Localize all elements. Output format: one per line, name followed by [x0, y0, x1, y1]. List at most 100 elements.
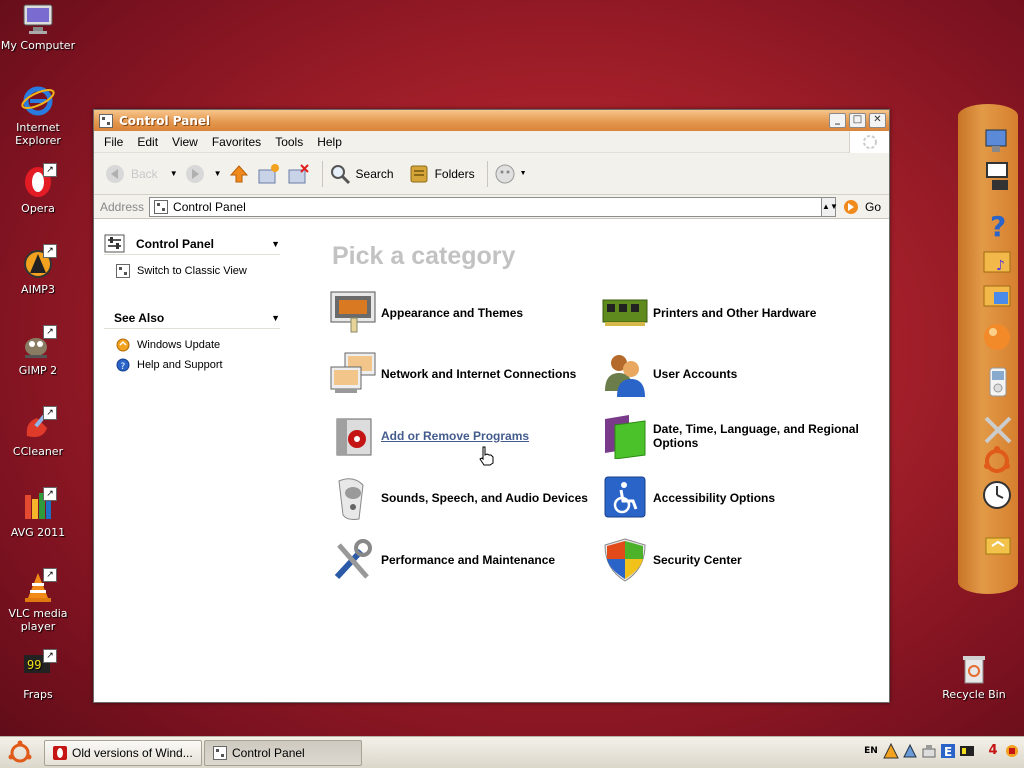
go-button[interactable]: Go: [842, 198, 881, 216]
menu-tools[interactable]: Tools: [275, 135, 303, 149]
collapse-arrow-icon[interactable]: ▼: [271, 313, 280, 323]
up-folder-button[interactable]: [228, 163, 250, 185]
recycle-bin-icon: [957, 651, 991, 685]
fraps-tray-icon[interactable]: [959, 743, 975, 759]
desktop-icon-gimp[interactable]: ↗ GIMP 2: [0, 325, 76, 377]
category-label: Accessibility Options: [653, 491, 776, 505]
desktop-icon-label: AIMP3: [21, 283, 55, 296]
forward-dropdown-icon[interactable]: ▼: [214, 169, 222, 178]
tools-icon: [334, 539, 372, 580]
recycle-box-icon[interactable]: [982, 528, 1016, 562]
safely-remove-tray-icon[interactable]: [921, 743, 937, 759]
minimize-button[interactable]: _: [829, 113, 846, 128]
page-heading: Pick a category: [332, 242, 516, 270]
control-panel-icon: [213, 745, 227, 760]
task-pane-control-panel-header[interactable]: Control Panel ▼: [104, 233, 280, 255]
desktop-icon-label: Internet Explorer: [15, 121, 61, 147]
desktop-icon-label: GIMP 2: [18, 364, 58, 377]
music-folder-icon[interactable]: ♪: [982, 244, 1016, 278]
e-tray-icon[interactable]: E: [940, 743, 956, 759]
collapse-arrow-icon[interactable]: ▼: [271, 239, 280, 249]
search-button[interactable]: Search: [329, 163, 394, 185]
address-value: Control Panel: [173, 199, 246, 214]
music-player-icon[interactable]: [982, 366, 1016, 400]
maximize-button[interactable]: □: [849, 113, 866, 128]
category-performance-maintenance[interactable]: Performance and Maintenance: [329, 537, 591, 583]
desktop-icon-avg[interactable]: ↗ AVG 2011: [0, 487, 76, 539]
desktop-icon-opera[interactable]: ↗ Opera: [0, 163, 76, 215]
help-support-link[interactable]: ? Help and Support: [104, 355, 280, 375]
desktop-icon-label: CCleaner: [12, 445, 64, 458]
address-dropdown-icon[interactable]: ▲▼: [821, 197, 838, 216]
window-titlebar[interactable]: Control Panel _ □ ✕: [94, 110, 889, 131]
category-appearance-themes[interactable]: Appearance and Themes: [329, 290, 591, 336]
category-add-remove-programs[interactable]: Add or Remove Programs: [329, 413, 591, 459]
views-button[interactable]: ▼: [494, 163, 527, 185]
add-remove-programs-icon: [336, 418, 372, 456]
ubuntu-logo-icon[interactable]: [982, 444, 1016, 478]
category-printers-hardware[interactable]: Printers and Other Hardware: [601, 290, 863, 336]
task-pane: Control Panel ▼ Switch to Classic View S…: [104, 233, 280, 375]
folders-button[interactable]: Folders: [408, 163, 475, 185]
computer-icon: [21, 2, 55, 36]
antivirus-tray-icon[interactable]: [1004, 743, 1020, 759]
task-button-control-panel[interactable]: Control Panel: [204, 739, 362, 766]
address-input[interactable]: Control Panel ▲▼: [149, 196, 838, 217]
clock-icon[interactable]: [982, 478, 1016, 512]
pictures-folder-icon[interactable]: [982, 278, 1016, 312]
language-indicator[interactable]: EN: [862, 743, 880, 759]
fraps-icon: 99 ↗: [21, 649, 57, 685]
browser-globe-icon[interactable]: [982, 320, 1016, 354]
category-security-center[interactable]: Security Center: [601, 537, 863, 583]
svg-text:?: ?: [121, 362, 126, 372]
desktop-icon-fraps[interactable]: 99 ↗ Fraps: [0, 649, 76, 701]
category-user-accounts[interactable]: User Accounts: [601, 351, 863, 397]
move-to-button[interactable]: [256, 163, 280, 185]
network-places-icon[interactable]: [982, 160, 1016, 194]
back-dropdown-icon[interactable]: ▼: [170, 169, 178, 178]
network-tray-icon[interactable]: [902, 743, 918, 759]
avg-tray-icon[interactable]: [883, 743, 899, 759]
category-accessibility[interactable]: Accessibility Options: [601, 475, 863, 521]
desktop-icon-internet-explorer[interactable]: Internet Explorer: [0, 84, 76, 147]
task-pane-see-also-header[interactable]: See Also ▼: [104, 307, 280, 329]
desktop-icon-aimp3[interactable]: ↗ AIMP3: [0, 244, 76, 296]
windows-update-link[interactable]: Windows Update: [104, 335, 280, 355]
menu-edit[interactable]: Edit: [137, 135, 158, 149]
desktop-icon-label: Fraps: [23, 688, 53, 701]
category-date-time-language[interactable]: Date, Time, Language, and Regional Optio…: [601, 413, 863, 459]
desktop-icon-label: VLC media player: [8, 607, 68, 633]
control-panel-small-icon: [116, 264, 130, 278]
gimp-icon: ↗: [21, 325, 57, 361]
desktop-icon-vlc[interactable]: ↗ VLC media player: [0, 568, 76, 633]
desktop-icon-my-computer[interactable]: My Computer: [0, 2, 76, 52]
desktop-icon-recycle-bin[interactable]: Recycle Bin: [936, 651, 1012, 701]
network-icon: [330, 352, 376, 393]
menu-bar: File Edit View Favorites Tools Help: [94, 131, 889, 153]
back-button[interactable]: Back ▼: [104, 163, 178, 185]
help-question-icon[interactable]: ?: [982, 208, 1016, 242]
category-label: Add or Remove Programs: [381, 429, 530, 443]
taskbar: Old versions of Wind... Control Panel EN…: [0, 736, 1024, 768]
close-button[interactable]: ✕: [869, 113, 886, 128]
forward-button[interactable]: ▼: [184, 163, 222, 185]
search-icon: [330, 164, 350, 184]
views-icon: [495, 164, 515, 183]
task-button-opera[interactable]: Old versions of Wind...: [44, 739, 202, 766]
swords-icon[interactable]: [982, 414, 1016, 448]
menu-favorites[interactable]: Favorites: [212, 135, 261, 149]
category-label: Date, Time, Language, and Regional Optio…: [653, 422, 859, 450]
computer-icon[interactable]: [982, 126, 1016, 160]
category-network-internet[interactable]: Network and Internet Connections: [329, 351, 591, 397]
menu-help[interactable]: Help: [317, 135, 342, 149]
category-sounds-speech-audio[interactable]: Sounds, Speech, and Audio Devices: [329, 475, 591, 521]
clock-tray[interactable]: 4: [985, 743, 1001, 759]
desktop-icon-ccleaner[interactable]: ↗ CCleaner: [0, 406, 76, 458]
system-tray: EN E 4: [859, 743, 1020, 759]
menu-file[interactable]: File: [104, 135, 123, 149]
speaker-icon: [338, 478, 364, 520]
switch-classic-view-link[interactable]: Switch to Classic View: [104, 261, 280, 281]
menu-view[interactable]: View: [172, 135, 198, 149]
delete-button[interactable]: [286, 163, 310, 185]
start-ubuntu-icon[interactable]: [6, 739, 34, 767]
